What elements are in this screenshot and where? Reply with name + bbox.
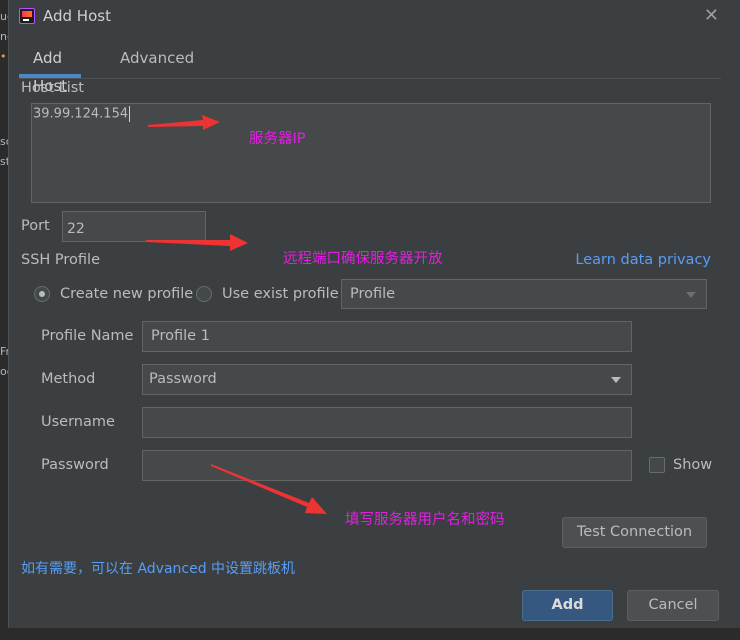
show-password-label[interactable]: Show: [673, 457, 712, 473]
profile-select-value: Profile: [350, 286, 396, 302]
tab-divider: [19, 78, 721, 79]
chevron-down-icon: [611, 377, 621, 383]
chevron-down-icon: [686, 292, 696, 298]
create-new-profile-label[interactable]: Create new profile: [60, 286, 193, 302]
learn-data-privacy-link[interactable]: Learn data privacy: [575, 252, 711, 268]
use-exist-profile-radio[interactable]: [196, 286, 212, 302]
show-password-checkbox[interactable]: [649, 457, 665, 473]
method-label: Method: [41, 371, 96, 387]
title-bar: Add Host ✕: [9, 0, 740, 32]
username-label: Username: [41, 414, 115, 430]
port-input[interactable]: 22: [62, 211, 206, 242]
add-host-dialog: Add Host ✕ Add Host Advanced Host List 3…: [8, 0, 740, 628]
background-window-edge: uc nc • sc st Fr oc: [0, 0, 8, 640]
annotation-port-note: 远程端口确保服务器开放: [283, 251, 443, 267]
use-exist-profile-label[interactable]: Use exist profile: [222, 286, 339, 302]
ssh-profile-label: SSH Profile: [21, 252, 101, 268]
footer-note: 如有需要，可以在 Advanced 中设置跳板机: [21, 561, 296, 577]
method-select-value: Password: [149, 371, 217, 387]
method-select[interactable]: Password: [142, 364, 632, 395]
annotation-credentials: 填写服务器用户名和密码: [345, 512, 505, 528]
tab-advanced[interactable]: Advanced: [106, 44, 208, 78]
password-input[interactable]: [142, 450, 632, 481]
test-connection-button[interactable]: Test Connection: [562, 517, 707, 548]
port-label: Port: [21, 218, 50, 234]
host-list-label: Host List: [21, 80, 84, 96]
app-logo-icon: [19, 8, 35, 24]
host-list-value: 39.99.124.154: [33, 106, 129, 122]
tab-add-host[interactable]: Add Host: [19, 44, 82, 95]
profile-select[interactable]: Profile: [341, 279, 707, 309]
close-icon[interactable]: ✕: [704, 5, 719, 26]
dialog-title: Add Host: [43, 7, 111, 25]
create-new-profile-radio[interactable]: [34, 286, 50, 302]
profile-name-label: Profile Name: [41, 328, 134, 344]
username-input[interactable]: [142, 407, 632, 438]
password-label: Password: [41, 457, 109, 473]
text-cursor: [129, 106, 131, 122]
profile-name-input[interactable]: Profile 1: [142, 321, 632, 352]
add-button[interactable]: Add: [522, 590, 613, 621]
cancel-button[interactable]: Cancel: [627, 590, 719, 621]
host-list-textarea[interactable]: 39.99.124.154: [31, 103, 711, 203]
annotation-server-ip: 服务器IP: [249, 131, 306, 147]
